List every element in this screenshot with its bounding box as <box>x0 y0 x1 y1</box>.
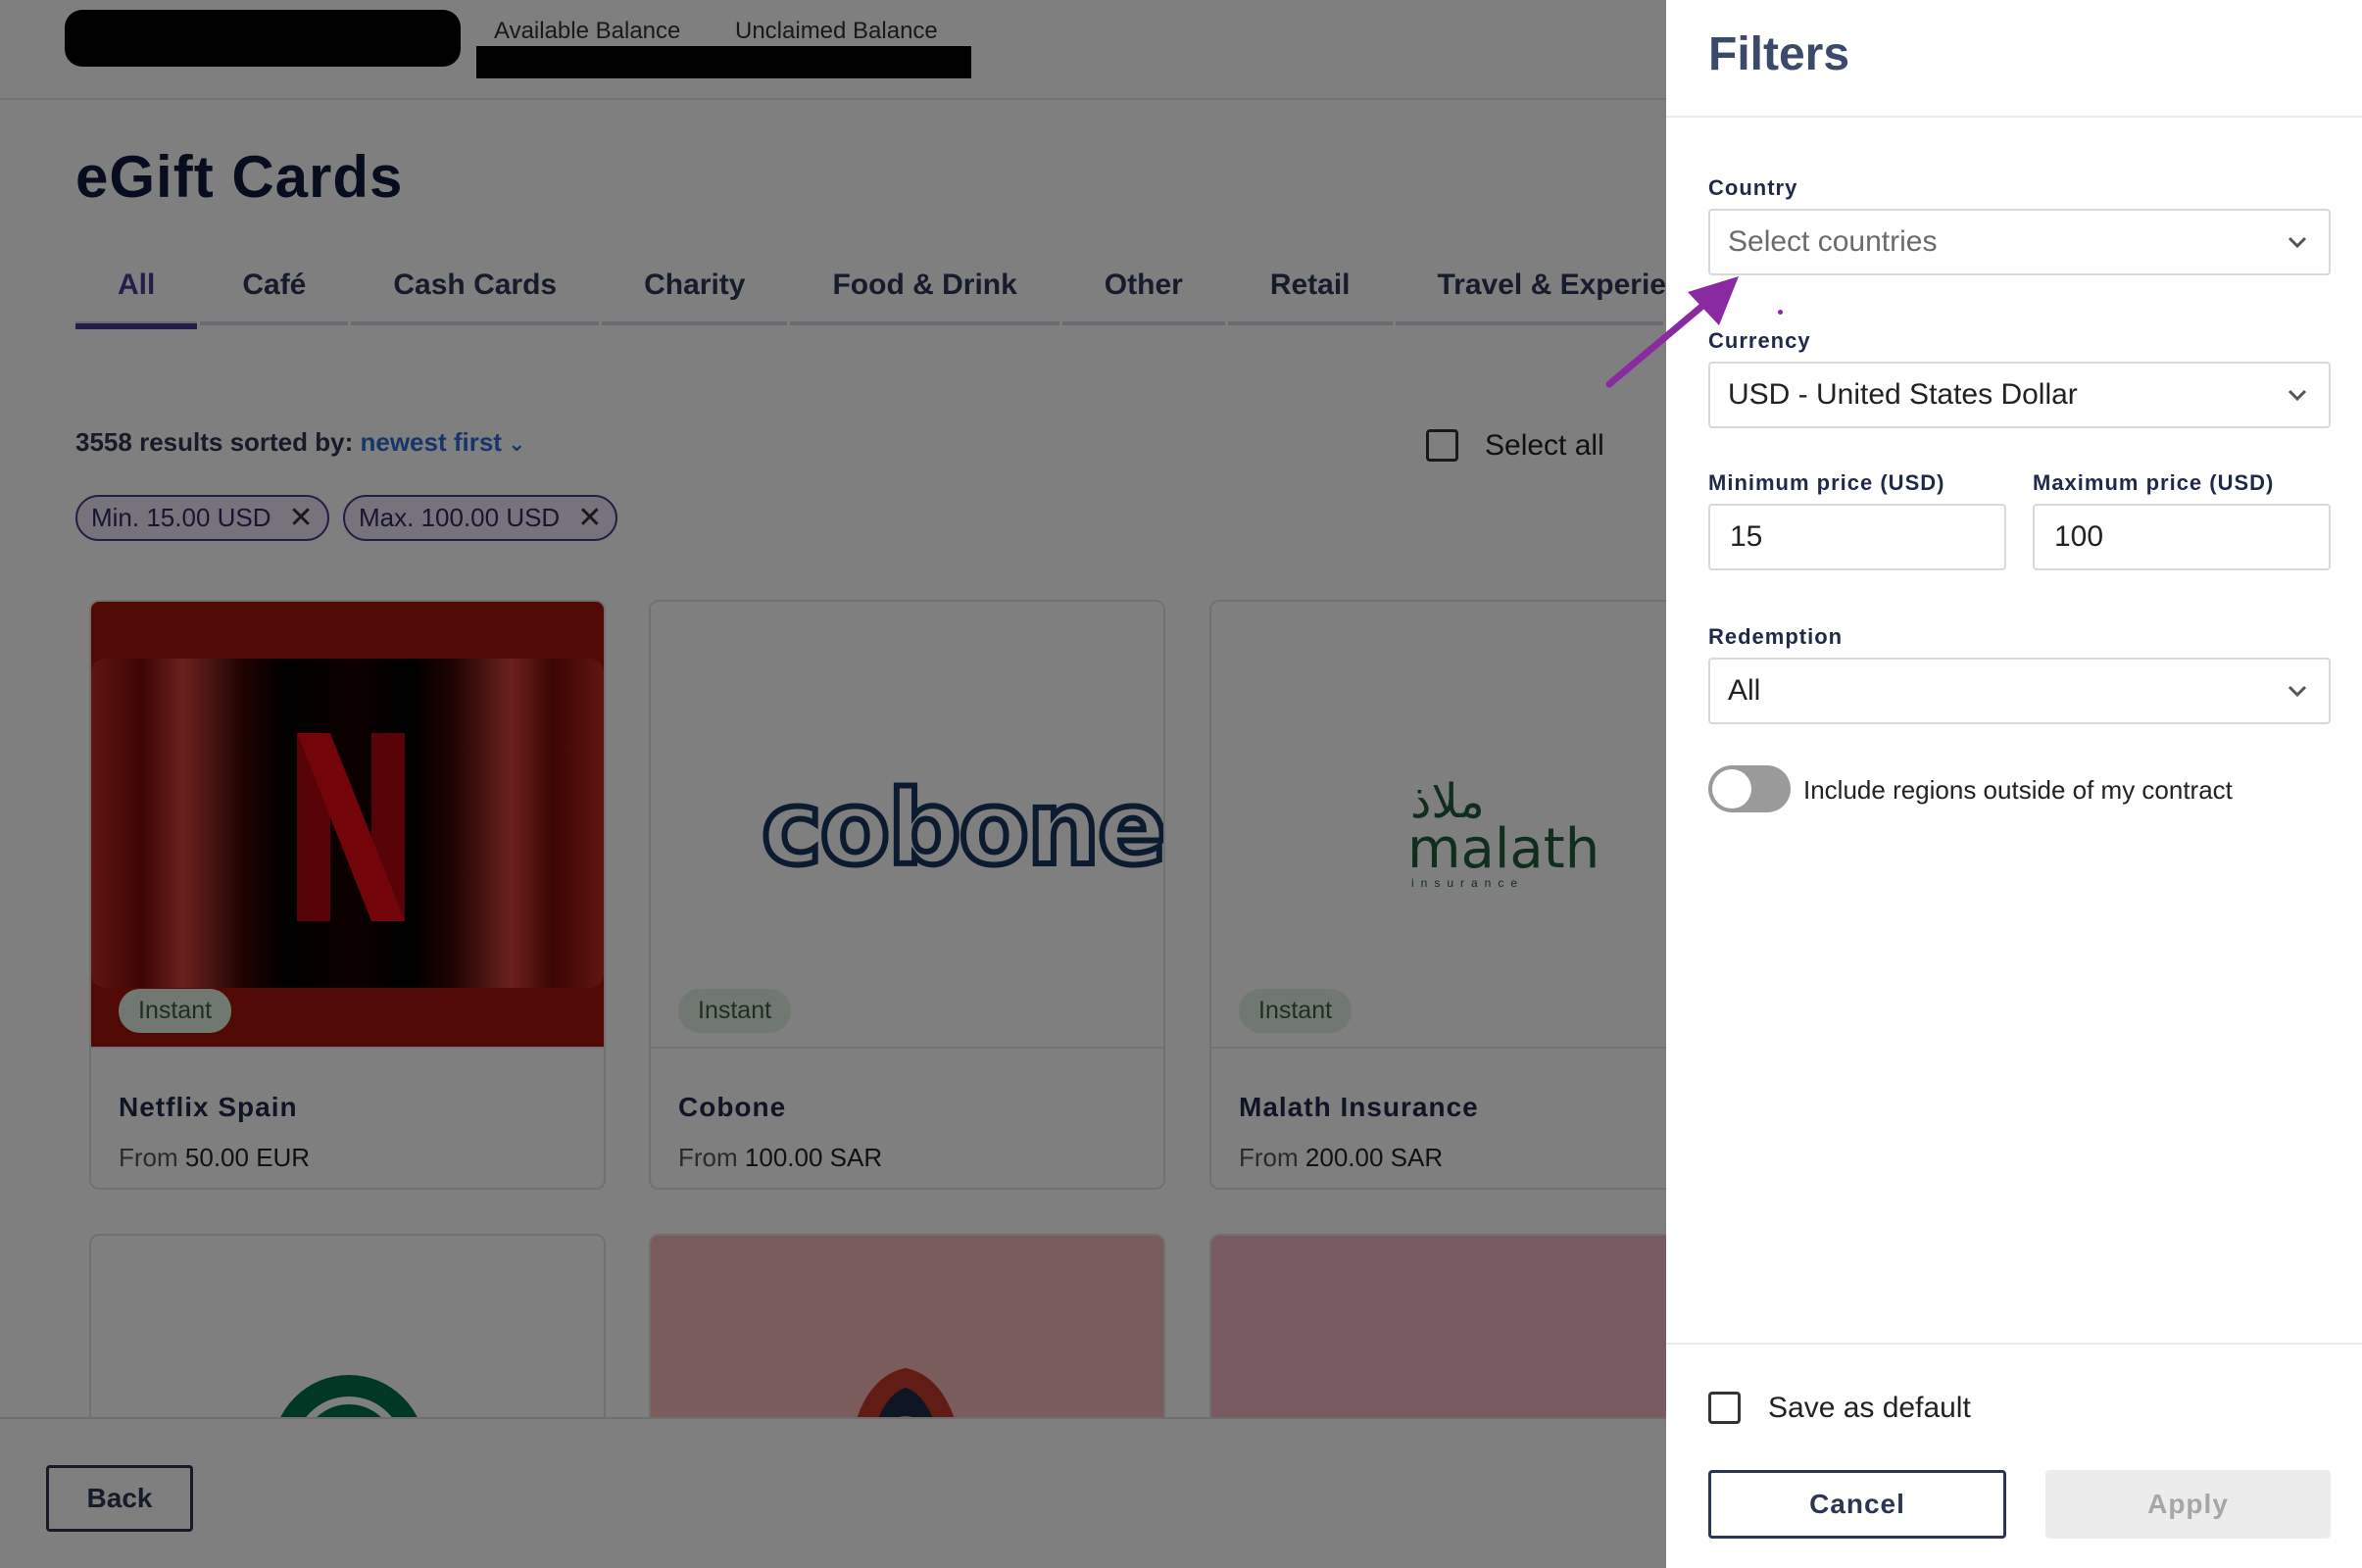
max-price-input[interactable]: 100 <box>2033 504 2331 570</box>
chevron-down-icon <box>2288 389 2307 402</box>
toggle-knob <box>1712 769 1751 808</box>
save-default-label: Save as default <box>1768 1392 1971 1424</box>
annotation-arrow-icon <box>1605 276 1739 388</box>
annotation-dot <box>1778 310 1783 315</box>
country-select[interactable]: Select countries <box>1708 209 2331 275</box>
currency-value: USD - United States Dollar <box>1728 378 2078 411</box>
include-regions-label: Include regions outside of my contract <box>1803 775 2233 805</box>
redemption-value: All <box>1728 674 1761 707</box>
chevron-down-icon <box>2288 685 2307 698</box>
currency-select[interactable]: USD - United States Dollar <box>1708 362 2331 428</box>
min-price-input[interactable]: 15 <box>1708 504 2006 570</box>
cancel-button[interactable]: Cancel <box>1708 1470 2006 1539</box>
country-label: Country <box>1708 175 1798 200</box>
chevron-down-icon <box>2288 236 2307 249</box>
drawer-header: Filters <box>1666 0 2362 118</box>
redemption-select[interactable]: All <box>1708 658 2331 724</box>
apply-button[interactable]: Apply <box>2045 1470 2331 1539</box>
country-placeholder: Select countries <box>1728 225 1938 258</box>
min-price-label: Minimum price (USD) <box>1708 470 1945 495</box>
redemption-label: Redemption <box>1708 624 1844 649</box>
drawer-title: Filters <box>1708 28 1850 80</box>
modal-backdrop[interactable] <box>0 0 1666 1568</box>
max-price-label: Maximum price (USD) <box>2033 470 2275 495</box>
filters-drawer: Filters Country Select countries Currenc… <box>1666 0 2362 1568</box>
include-regions-toggle[interactable] <box>1708 765 1791 812</box>
save-default-checkbox[interactable] <box>1708 1392 1741 1424</box>
